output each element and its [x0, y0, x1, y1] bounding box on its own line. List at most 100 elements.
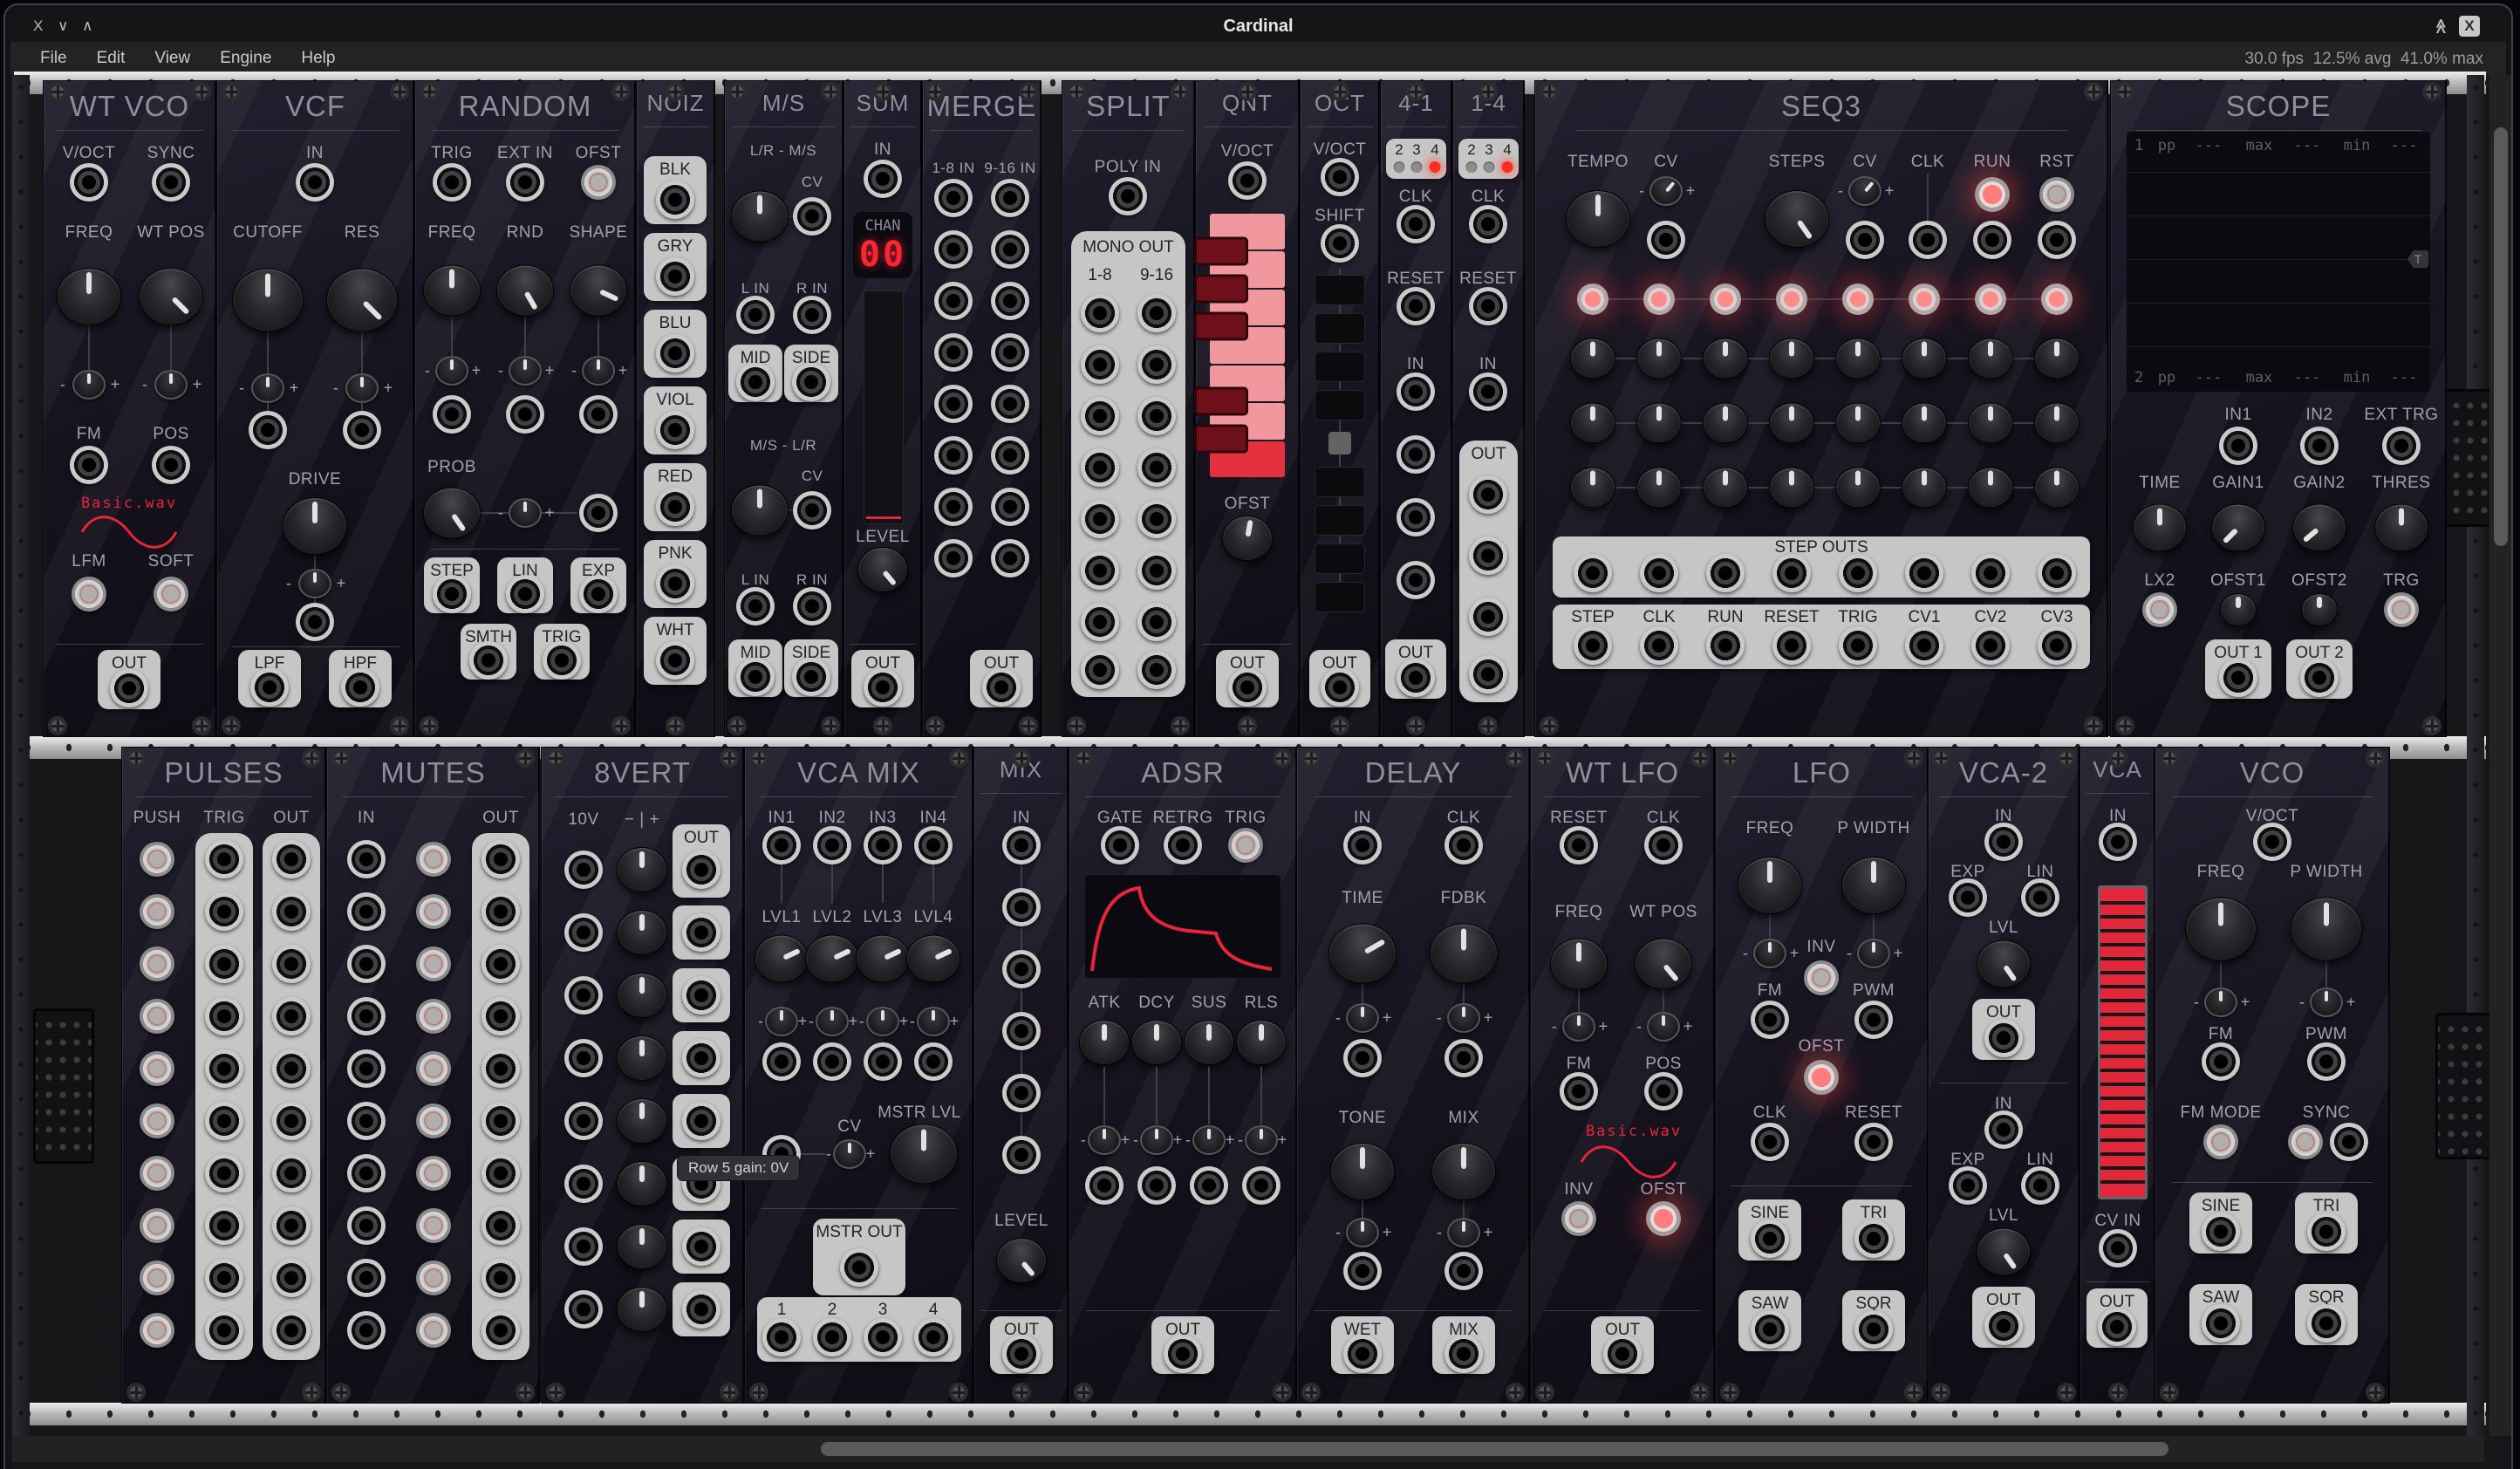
in-jack[interactable]	[864, 160, 902, 198]
out-jack[interactable]	[682, 851, 720, 889]
shape-knob[interactable]	[570, 265, 627, 317]
in-jack[interactable]	[564, 913, 603, 952]
in-jack[interactable]	[347, 1154, 386, 1192]
out-jack[interactable]	[682, 976, 720, 1015]
side-out-jack[interactable]	[792, 363, 830, 401]
inv-button[interactable]	[1804, 960, 1839, 995]
sqr-out-jack[interactable]	[2307, 1304, 2346, 1343]
step-3-led[interactable]	[1484, 161, 1495, 173]
trig-jack[interactable]	[433, 163, 471, 202]
in-jack[interactable]	[347, 1102, 386, 1140]
rnd-knob[interactable]	[496, 265, 554, 317]
res-knob[interactable]	[326, 269, 398, 332]
trig-button[interactable]	[1228, 828, 1263, 863]
trg-button[interactable]	[2384, 592, 2419, 627]
mute-button[interactable]	[416, 894, 451, 929]
ofst1-knob[interactable]	[2220, 593, 2257, 626]
rst-button[interactable]	[2039, 177, 2074, 212]
octave-step[interactable]	[1315, 275, 1365, 305]
step-5-led[interactable]	[1842, 284, 1874, 315]
out-jack[interactable]	[2098, 1308, 2136, 1346]
lvl-knob[interactable]	[1977, 940, 2031, 988]
reset-jack[interactable]	[1397, 287, 1435, 325]
sus-knob[interactable]	[1184, 1020, 1234, 1065]
gain-knob[interactable]	[617, 1035, 667, 1081]
mid-out-jack[interactable]	[736, 658, 775, 696]
out-jack[interactable]	[481, 1206, 520, 1245]
row3-step5-knob[interactable]	[1835, 468, 1881, 509]
sync-button[interactable]	[2288, 1124, 2323, 1159]
blk-out-jack[interactable]	[656, 181, 694, 219]
out-jack[interactable]	[272, 1206, 311, 1245]
step-out-jack[interactable]	[1640, 554, 1678, 592]
prob-cv-jack[interactable]	[579, 494, 618, 532]
ofst-button[interactable]	[581, 165, 616, 200]
trig-jack[interactable]	[205, 1102, 243, 1140]
in-jack[interactable]	[564, 1165, 603, 1203]
cutoff-cv-trim[interactable]	[251, 373, 284, 403]
step-4-led-active[interactable]	[1502, 161, 1513, 173]
step-out-jack[interactable]	[1772, 554, 1811, 592]
lvl4-cv-trim[interactable]	[917, 1007, 950, 1036]
fm-trim[interactable]	[2204, 987, 2237, 1017]
merge-in-jack[interactable]	[991, 230, 1029, 269]
in-jack[interactable]	[1984, 823, 2023, 861]
in-jack[interactable]	[1469, 372, 1507, 411]
voct-jack[interactable]	[1228, 161, 1267, 200]
tempo-cv-jack[interactable]	[1647, 221, 1685, 259]
push-button[interactable]	[140, 894, 174, 929]
lpf-out-jack[interactable]	[250, 668, 289, 707]
menu-file[interactable]: File	[40, 49, 67, 68]
out1-jack[interactable]	[762, 1318, 801, 1356]
mute-button[interactable]	[416, 946, 451, 981]
pnk-out-jack[interactable]	[656, 564, 694, 603]
drive-cv-jack[interactable]	[296, 603, 334, 641]
split-out-jack[interactable]	[1081, 603, 1119, 641]
step-out-jack[interactable]	[2038, 554, 2076, 592]
out-jack[interactable]	[982, 668, 1021, 707]
row1-step2-knob[interactable]	[1636, 338, 1682, 379]
merge-in-jack[interactable]	[934, 488, 973, 526]
lfm-button[interactable]	[72, 577, 106, 612]
push-button[interactable]	[140, 1313, 174, 1348]
run-jack[interactable]	[1973, 221, 2011, 259]
r-in-jack[interactable]	[793, 296, 831, 334]
out-jack[interactable]	[481, 840, 520, 878]
exttrg-jack[interactable]	[2382, 427, 2421, 465]
row3-step3-knob[interactable]	[1703, 468, 1748, 509]
lvl1-knob[interactable]	[755, 935, 809, 983]
in-jack[interactable]	[564, 1102, 603, 1140]
step-3-led[interactable]	[1411, 161, 1423, 173]
step-4-led[interactable]	[1776, 284, 1807, 315]
freq-cv-trim[interactable]	[1562, 1012, 1595, 1042]
row1-step4-knob[interactable]	[1769, 338, 1814, 379]
tempo-cv-trim[interactable]	[1649, 176, 1683, 206]
clk-jack[interactable]	[1751, 1123, 1789, 1161]
rls-cv-jack[interactable]	[1242, 1166, 1280, 1205]
gry-out-jack[interactable]	[656, 257, 694, 296]
out-jack[interactable]	[272, 1049, 311, 1088]
horizontal-scrollbar-thumb[interactable]	[821, 1442, 2168, 1456]
trig-jack[interactable]	[205, 1259, 243, 1297]
in-jack[interactable]	[347, 1206, 386, 1245]
row2-step1-knob[interactable]	[1570, 403, 1615, 444]
dcy-cv-trim[interactable]	[1140, 1125, 1173, 1155]
freq-cv-trim[interactable]	[72, 370, 106, 400]
thres-knob[interactable]	[2374, 504, 2428, 552]
extin-jack[interactable]	[506, 163, 544, 202]
exp-jack[interactable]	[1949, 1166, 1987, 1205]
ms-amount-knob[interactable]	[731, 191, 789, 243]
pwidth-knob[interactable]	[1841, 857, 1906, 914]
gain-knob[interactable]	[617, 1287, 667, 1332]
in-1-jack[interactable]	[1397, 372, 1435, 411]
drive-cv-trim[interactable]	[298, 569, 331, 598]
out-jack[interactable]	[1397, 659, 1435, 697]
run-jack[interactable]	[1706, 626, 1745, 665]
out-jack[interactable]	[1984, 1307, 2023, 1345]
out-2-jack[interactable]	[1469, 536, 1507, 575]
gain-knob[interactable]	[617, 973, 667, 1018]
step-2-led[interactable]	[1466, 161, 1478, 173]
voct-jack[interactable]	[1321, 158, 1359, 196]
clk-jack[interactable]	[1644, 826, 1683, 864]
trig-jack[interactable]	[205, 1154, 243, 1192]
